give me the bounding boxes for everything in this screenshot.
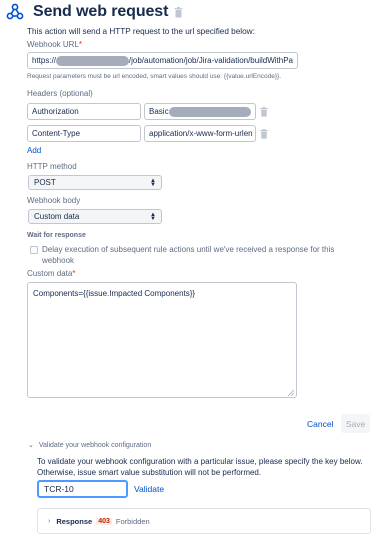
webhook-url-help: Request parameters must be url encoded, … — [27, 73, 282, 80]
response-label: Response — [56, 516, 93, 526]
wait-for-response-heading: Wait for response — [27, 232, 86, 239]
webhook-body-select[interactable]: Custom data ▲ ▼ — [28, 209, 162, 224]
url-suffix: /job/automation/job/Jira-validation/buil… — [128, 56, 293, 65]
chevron-down-icon: ⌄ — [28, 442, 34, 449]
header-value-text: application/x-www-form-urlen — [149, 129, 253, 138]
required-asterisk: * — [72, 269, 76, 278]
action-header: Send web request — [6, 3, 183, 21]
header-key-text: Authorization — [32, 107, 79, 116]
issue-key-value: TCR-10 — [44, 484, 74, 494]
custom-data-textarea[interactable]: Components={{issue.Impacted Components}} — [27, 282, 297, 398]
headers-label: Headers (optional) — [27, 89, 93, 98]
webhook-body-label: Webhook body — [27, 196, 81, 205]
add-header-link[interactable]: Add — [27, 146, 41, 155]
http-method-select[interactable]: POST ▲ ▼ — [28, 175, 162, 190]
redacted-credentials — [168, 106, 251, 117]
custom-data-value: Components={{issue.Impacted Components}} — [33, 289, 196, 298]
header-key-text: Content-Type — [32, 129, 81, 138]
delete-header-icon[interactable] — [260, 129, 268, 139]
response-status-text: Forbidden — [115, 516, 150, 526]
url-prefix: https:// — [32, 56, 57, 65]
delay-execution-label: Delay execution of subsequent rule actio… — [42, 245, 335, 265]
delete-header-icon[interactable] — [260, 107, 268, 117]
webhook-body-value: Custom data — [34, 212, 80, 221]
select-arrows-icon: ▲ ▼ — [150, 177, 156, 188]
action-description: This action will send a HTTP request to … — [27, 27, 255, 36]
response-panel[interactable]: › Response 403 Forbidden — [37, 508, 371, 534]
delay-execution-checkbox[interactable] — [30, 246, 38, 254]
webhook-url-label: Webhook URL* — [27, 40, 82, 49]
resize-grip-icon[interactable] — [287, 389, 295, 397]
validate-section-toggle[interactable]: ⌄ Validate your webhook configuration — [28, 441, 152, 450]
select-arrows-icon: ▲ ▼ — [150, 211, 156, 222]
cancel-button[interactable]: Cancel — [307, 419, 333, 429]
save-button[interactable]: Save — [341, 414, 370, 433]
webhook-url-label-text: Webhook URL — [27, 40, 79, 49]
required-asterisk: * — [78, 40, 83, 49]
status-badge: 403 — [96, 517, 112, 525]
redacted-host — [56, 55, 129, 66]
http-method-label: HTTP method — [27, 162, 77, 171]
webhook-icon — [6, 3, 24, 21]
custom-data-label: Custom data* — [27, 269, 75, 278]
webhook-url-input[interactable]: https:// /job/automation/job/Jira-valida… — [27, 52, 298, 69]
header-value-input[interactable]: application/x-www-form-urlen — [144, 125, 256, 142]
header-value-text: Basic — [149, 107, 169, 116]
validate-description: To validate your webhook configuration w… — [37, 457, 363, 477]
validate-button[interactable]: Validate — [134, 484, 164, 494]
chevron-right-icon: › — [48, 517, 51, 525]
delete-action-icon[interactable] — [174, 6, 183, 18]
page-title: Send web request — [33, 3, 169, 20]
custom-data-label-text: Custom data — [27, 269, 73, 278]
http-method-value: POST — [34, 178, 56, 187]
validate-heading: Validate your webhook configuration — [38, 441, 152, 449]
header-key-input[interactable]: Content-Type — [27, 125, 141, 142]
header-key-input[interactable]: Authorization — [27, 103, 141, 120]
issue-key-input[interactable]: TCR-10 — [37, 480, 128, 498]
header-value-input[interactable]: Basic — [144, 103, 256, 120]
